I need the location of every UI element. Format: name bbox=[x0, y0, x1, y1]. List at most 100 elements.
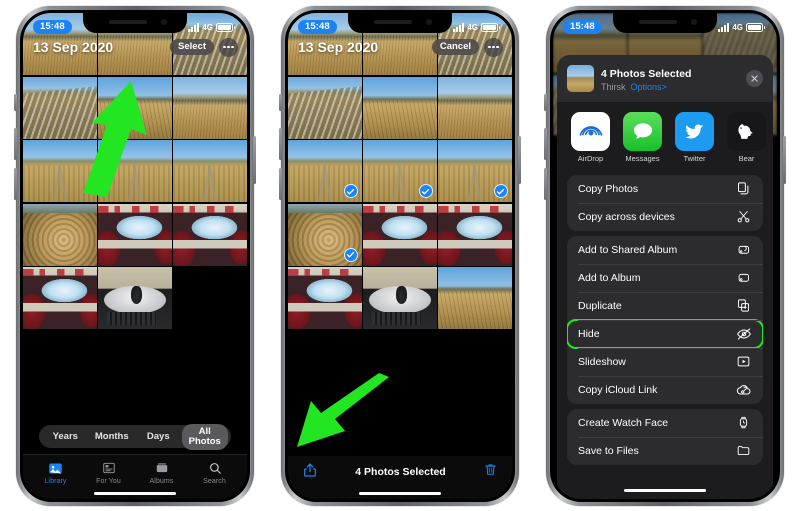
ellipsis-icon[interactable] bbox=[219, 37, 238, 57]
phone-2-screen: 15:48 4G 13 Sep 2020 Cancel 4 Photos Sel… bbox=[288, 13, 512, 499]
photo-cell-selected[interactable] bbox=[438, 140, 512, 202]
photo-cell[interactable] bbox=[363, 267, 437, 329]
power-button[interactable] bbox=[518, 136, 521, 184]
home-indicator[interactable] bbox=[288, 488, 512, 499]
signal-bars-icon bbox=[718, 22, 730, 32]
share-sheet-location: Thirsk bbox=[601, 82, 626, 92]
photo-cell[interactable] bbox=[438, 76, 512, 139]
slideshow-icon bbox=[735, 353, 752, 370]
selection-header: 13 Sep 2020 Cancel bbox=[288, 35, 512, 59]
selected-check-icon bbox=[493, 184, 508, 198]
mute-switch[interactable] bbox=[279, 94, 282, 111]
segment-days[interactable]: Days bbox=[135, 428, 182, 445]
tab-for-you[interactable]: For You bbox=[82, 460, 135, 485]
photo-cell[interactable] bbox=[23, 203, 97, 266]
power-button[interactable] bbox=[783, 136, 786, 184]
action-copy-across-devices[interactable]: Copy across devices bbox=[567, 202, 763, 231]
tab-search[interactable]: Search bbox=[188, 460, 241, 485]
photo-cell[interactable] bbox=[173, 140, 247, 202]
airdrop-icon bbox=[571, 111, 610, 151]
segment-years[interactable]: Years bbox=[42, 428, 89, 445]
photo-cell[interactable] bbox=[288, 76, 362, 139]
volume-up-button[interactable] bbox=[279, 128, 282, 160]
app-label: Messages bbox=[625, 153, 660, 163]
icloud-link-icon bbox=[735, 381, 752, 398]
action-label: Copy Photos bbox=[578, 182, 639, 195]
action-add-to-album[interactable]: Add to Album bbox=[567, 263, 763, 292]
share-app-airdrop[interactable]: AirDrop bbox=[569, 111, 612, 163]
earpiece-speaker bbox=[374, 20, 412, 24]
select-button[interactable]: Select bbox=[170, 38, 214, 56]
volume-down-button[interactable] bbox=[544, 168, 547, 200]
bear-icon bbox=[727, 111, 766, 151]
photo-cell[interactable] bbox=[438, 203, 512, 266]
photo-cell[interactable] bbox=[363, 76, 437, 139]
home-indicator[interactable] bbox=[23, 488, 247, 499]
action-hide[interactable]: Hide bbox=[567, 318, 763, 349]
network-label: 4G bbox=[467, 22, 478, 32]
share-sheet-title: 4 Photos Selected bbox=[601, 68, 692, 80]
share-sheet: 4 Photos Selected Thirsk Options> AirDro… bbox=[557, 55, 773, 499]
ellipsis-icon[interactable] bbox=[484, 37, 503, 57]
photo-cell[interactable] bbox=[23, 267, 97, 329]
home-indicator[interactable] bbox=[557, 485, 773, 496]
mute-switch[interactable] bbox=[14, 94, 17, 111]
photos-library-icon bbox=[48, 460, 63, 476]
phone-2-frame: 15:48 4G 13 Sep 2020 Cancel 4 Photos Sel… bbox=[279, 6, 521, 506]
share-app-twitter[interactable]: Twitter bbox=[673, 111, 716, 163]
share-apps-row[interactable]: AirDrop Messages Twitter Bear bbox=[557, 102, 773, 170]
close-icon[interactable] bbox=[746, 70, 763, 88]
action-duplicate[interactable]: Duplicate bbox=[567, 291, 763, 320]
front-camera bbox=[426, 19, 432, 25]
action-label: Hide bbox=[578, 327, 600, 340]
options-button[interactable]: Options> bbox=[631, 82, 667, 94]
status-time: 15:48 bbox=[563, 20, 602, 34]
notch bbox=[83, 13, 187, 33]
action-copy-icloud-link[interactable]: Copy iCloud Link bbox=[567, 375, 763, 404]
volume-down-button[interactable] bbox=[279, 168, 282, 200]
photo-cell[interactable] bbox=[363, 203, 437, 266]
photo-cell-selected[interactable] bbox=[288, 203, 362, 266]
library-bottom: Years Months Days All Photos Library For… bbox=[23, 423, 247, 499]
segment-all-photos[interactable]: All Photos bbox=[181, 423, 228, 450]
action-create-watch-face[interactable]: Create Watch Face bbox=[567, 409, 763, 437]
shared-album-icon bbox=[735, 241, 752, 258]
photo-cell-selected[interactable] bbox=[363, 140, 437, 202]
albums-icon bbox=[155, 460, 169, 476]
power-button[interactable] bbox=[253, 136, 256, 184]
earpiece-speaker bbox=[639, 20, 677, 24]
timeline-segmented-control[interactable]: Years Months Days All Photos bbox=[39, 423, 231, 450]
photo-cell-selected[interactable] bbox=[288, 140, 362, 202]
action-add-to-shared-album[interactable]: Add to Shared Album bbox=[567, 236, 763, 264]
signal-bars-icon bbox=[188, 22, 200, 32]
segment-months[interactable]: Months bbox=[89, 428, 136, 445]
action-save-to-files[interactable]: Save to Files bbox=[567, 436, 763, 465]
photo-cell[interactable] bbox=[98, 203, 172, 266]
photo-cell[interactable] bbox=[98, 267, 172, 329]
mute-switch[interactable] bbox=[544, 94, 547, 111]
network-label: 4G bbox=[732, 22, 743, 32]
trash-icon[interactable] bbox=[483, 462, 498, 482]
share-app-messages[interactable]: Messages bbox=[621, 111, 664, 163]
volume-up-button[interactable] bbox=[14, 128, 17, 160]
tab-albums[interactable]: Albums bbox=[135, 460, 188, 485]
earpiece-speaker bbox=[109, 20, 147, 24]
action-slideshow[interactable]: Slideshow bbox=[567, 347, 763, 376]
photo-cell[interactable] bbox=[173, 203, 247, 266]
photo-cell[interactable] bbox=[173, 76, 247, 139]
selected-check-icon bbox=[418, 184, 433, 198]
volume-up-button[interactable] bbox=[544, 128, 547, 160]
cancel-button[interactable]: Cancel bbox=[431, 38, 479, 56]
photo-cell[interactable] bbox=[288, 267, 362, 329]
phone-2-bezel: 15:48 4G 13 Sep 2020 Cancel 4 Photos Sel… bbox=[285, 10, 515, 502]
selected-check-icon bbox=[343, 247, 358, 262]
action-copy-photos[interactable]: Copy Photos bbox=[567, 175, 763, 203]
action-label: Duplicate bbox=[578, 299, 622, 312]
photo-cell[interactable] bbox=[438, 267, 512, 329]
front-camera bbox=[691, 19, 697, 25]
tab-library[interactable]: Library bbox=[29, 460, 82, 485]
battery-icon bbox=[746, 22, 765, 32]
action-label: Create Watch Face bbox=[578, 416, 669, 429]
volume-down-button[interactable] bbox=[14, 168, 17, 200]
share-app-bear[interactable]: Bear bbox=[725, 111, 768, 163]
